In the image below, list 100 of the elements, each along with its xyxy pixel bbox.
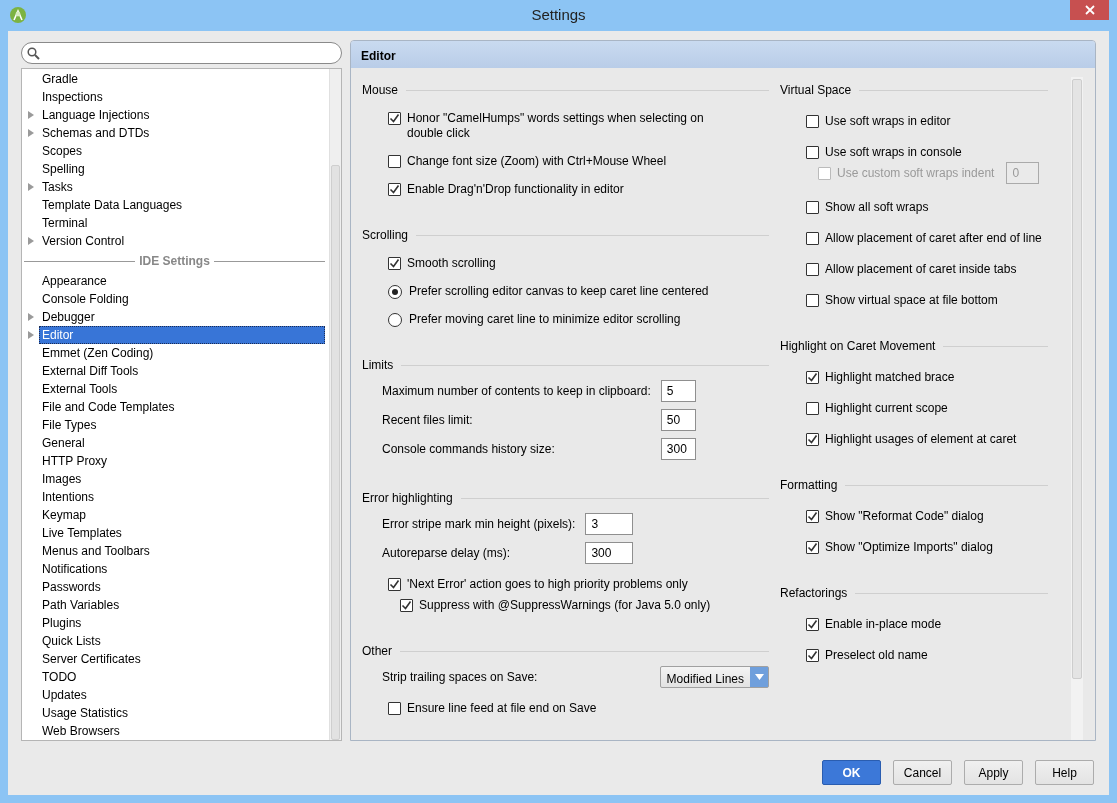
checkbox-label[interactable]: Show all soft wraps [825,200,929,215]
checkbox[interactable] [806,146,819,159]
section-title: Other [362,643,392,660]
radio-button[interactable] [388,285,402,299]
tree-item[interactable]: Notifications [39,560,111,578]
checkbox[interactable] [388,183,401,196]
checkbox[interactable] [806,294,819,307]
checkbox-label[interactable]: Enable in-place mode [825,617,942,632]
tree-item[interactable]: File Types [39,416,100,434]
close-button[interactable] [1070,0,1109,20]
checkbox[interactable] [806,510,819,523]
radio-button[interactable] [388,313,402,327]
checkbox[interactable] [806,541,819,554]
tree-item[interactable]: Appearance [39,272,110,290]
tree-item[interactable]: Intentions [39,488,98,506]
dialog-button[interactable]: Help [1035,760,1094,785]
checkbox[interactable] [806,402,819,415]
checkbox[interactable] [806,649,819,662]
checkbox-label[interactable]: Highlight matched brace [825,370,955,385]
checkbox-label[interactable]: Show "Optimize Imports" dialog [825,540,993,555]
tree-item[interactable]: Tasks [39,178,76,196]
tree-item[interactable]: Spelling [39,160,88,178]
dialog-button[interactable]: Cancel [893,760,952,785]
checkbox-label[interactable]: Change font size (Zoom) with Ctrl+Mouse Wheel [407,154,667,169]
checkbox[interactable] [388,702,401,715]
section-title: Mouse [362,82,399,99]
checkbox[interactable] [806,371,819,384]
checkbox-label[interactable]: Highlight usages of element at caret [825,432,1017,447]
checkbox[interactable] [806,232,819,245]
number-field[interactable]: 3 [585,513,634,535]
number-field[interactable]: 300 [585,542,634,564]
checkbox-label[interactable]: Allow placement of caret inside tabs [825,262,1017,277]
checkbox[interactable] [388,257,401,270]
number-field[interactable]: 300 [660,438,696,460]
tree-item[interactable]: Quick Lists [39,632,104,650]
checkbox[interactable] [388,155,401,168]
checkbox-label[interactable]: Show "Reformat Code" dialog [825,509,984,524]
tree-item[interactable]: Terminal [39,214,91,232]
tree-item[interactable]: Editor [39,326,325,344]
checkbox[interactable] [400,599,413,612]
dialog-button[interactable]: Apply [964,760,1023,785]
tree-item[interactable]: File and Code Templates [39,398,178,416]
checkbox-label[interactable]: Show virtual space at file bottom [825,293,998,308]
tree-item[interactable]: General [39,434,88,452]
tree-item[interactable]: Path Variables [39,596,123,614]
search-icon [27,46,40,60]
tree-item[interactable]: Gradle [39,70,82,88]
checkbox[interactable] [388,578,401,591]
checkbox-label[interactable]: Preselect old name [825,648,928,663]
tree-item[interactable]: Language Injections [39,106,153,124]
checkbox[interactable] [806,115,819,128]
radio-label[interactable]: Prefer moving caret line to minimize editor scrolling [409,312,681,327]
scrollbar-thumb[interactable] [1072,79,1082,679]
tree-item[interactable]: Console Folding [39,290,132,308]
scrollbar-thumb[interactable] [331,165,340,740]
checkbox-label[interactable]: Use soft wraps in console [825,145,962,160]
checkbox-label[interactable]: Use soft wraps in editor [825,114,951,129]
tree-item[interactable]: HTTP Proxy [39,452,111,470]
checkbox-label[interactable]: Suppress with @SuppressWarnings (for Java 5.0 only) [419,598,711,613]
checkbox-label[interactable]: 'Next Error' action goes to high priority problems only [407,577,688,592]
tree-item[interactable]: Schemas and DTDs [39,124,153,142]
checkbox[interactable] [806,618,819,631]
tree-item[interactable]: Debugger [39,308,98,326]
radio-label[interactable]: Prefer scrolling editor canvas to keep caret line centered [409,284,709,299]
checkbox[interactable] [806,263,819,276]
checkbox-label[interactable]: Honor "CamelHumps" words settings when selecting on double click [407,111,727,141]
group-separator-label: IDE Settings [138,253,211,270]
tree-item[interactable]: Server Certificates [39,650,144,668]
tree-item[interactable]: Template Data Languages [39,196,186,214]
number-field[interactable]: 50 [660,409,696,431]
number-field[interactable]: 5 [660,380,696,402]
tree-item[interactable]: Updates [39,686,90,704]
tree-item[interactable]: Images [39,470,85,488]
tree-item[interactable]: Scopes [39,142,86,160]
tree-item[interactable]: Version Control [39,232,128,250]
search-field[interactable] [21,42,342,64]
tree-item[interactable]: TODO [39,668,80,686]
tree-item[interactable]: External Tools [39,380,121,398]
field-label: Maximum number of contents to keep in clipboard: [382,383,651,400]
checkbox[interactable] [806,433,819,446]
tree-item[interactable]: Live Templates [39,524,125,542]
dropdown[interactable]: Modified Lines [659,666,769,688]
tree-item[interactable]: Usage Statistics [39,704,132,722]
tree-item[interactable]: Menus and Toolbars [39,542,153,560]
checkbox-label[interactable]: Highlight current scope [825,401,948,416]
tree-item[interactable]: Inspections [39,88,106,106]
tree-item[interactable]: Plugins [39,614,85,632]
checkbox-label[interactable]: Enable Drag'n'Drop functionality in editor [407,182,624,197]
ok-button[interactable]: OK [822,760,881,785]
checkbox-label[interactable]: Ensure line feed at file end on Save [407,701,597,716]
checkbox-label[interactable]: Allow placement of caret after end of line [825,231,1042,246]
tree-item[interactable]: Web Browsers [39,722,123,740]
checkbox-label[interactable]: Smooth scrolling [407,256,496,271]
checkbox[interactable] [806,201,819,214]
tree-item[interactable]: Keymap [39,506,90,524]
tree-item[interactable]: Emmet (Zen Coding) [39,344,157,362]
tree-item[interactable]: External Diff Tools [39,362,142,380]
checkbox[interactable] [388,112,401,125]
section-title: Error highlighting [362,490,453,507]
tree-item[interactable]: Passwords [39,578,104,596]
